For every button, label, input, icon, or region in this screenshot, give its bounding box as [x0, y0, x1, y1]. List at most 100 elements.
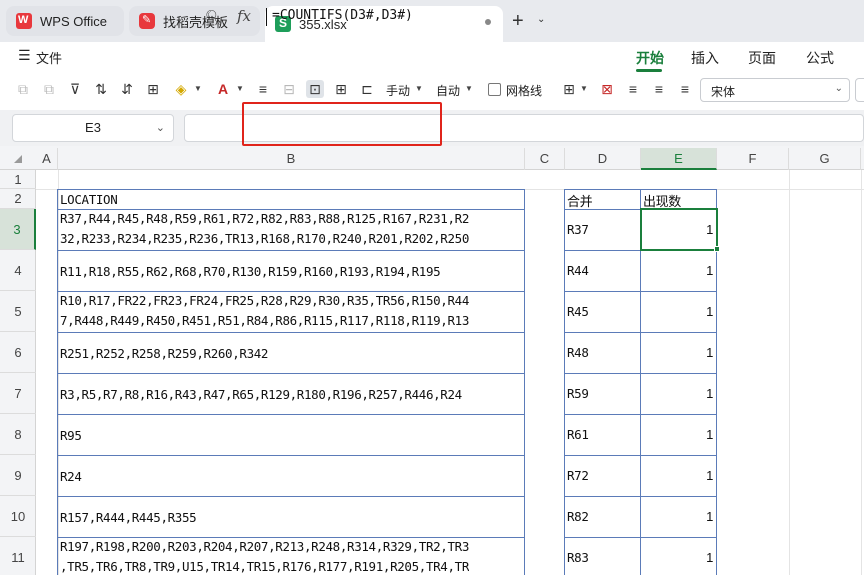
column-header-a[interactable]: A: [36, 148, 58, 170]
cell-b11-line2[interactable]: ,TR5,TR6,TR8,TR9,U15,TR14,TR15,R176,R177…: [60, 559, 469, 574]
table-border: [58, 455, 525, 456]
chevron-down-icon[interactable]: ▼: [465, 84, 473, 93]
cell-e4[interactable]: 1: [643, 263, 713, 278]
cell-e5[interactable]: 1: [643, 304, 713, 319]
table-border: [58, 291, 525, 292]
align-center-icon[interactable]: ≡: [650, 80, 668, 98]
row-header-7[interactable]: 7: [0, 373, 36, 414]
merge-cells-icon[interactable]: ⊟: [280, 80, 298, 98]
font-size-select[interactable]: [855, 78, 864, 102]
convert-text-number-icon[interactable]: ⧉: [14, 80, 32, 98]
cell-b3-line1[interactable]: R37,R44,R45,R48,R59,R61,R72,R82,R83,R88,…: [60, 211, 469, 226]
column-header-f[interactable]: F: [717, 148, 789, 170]
cell-e11[interactable]: 1: [643, 550, 713, 565]
calc-auto-button[interactable]: 自动: [436, 82, 460, 99]
column-header-c[interactable]: C: [525, 148, 565, 170]
tab-formulas[interactable]: 公式: [806, 48, 834, 68]
align-left-icon[interactable]: ≡: [624, 80, 642, 98]
cell-b9[interactable]: R24: [60, 469, 82, 484]
zoom-search-icon[interactable]: 🔍︎: [205, 9, 223, 26]
chevron-down-icon[interactable]: ▼: [194, 84, 202, 93]
name-box[interactable]: E3 ⌄: [12, 114, 174, 142]
row-header-4[interactable]: 4: [0, 250, 36, 291]
row-header-5[interactable]: 5: [0, 291, 36, 332]
cell-e10[interactable]: 1: [643, 509, 713, 524]
chevron-down-icon[interactable]: ▼: [236, 84, 244, 93]
cell-e6[interactable]: 1: [643, 345, 713, 360]
cell-b11-line1[interactable]: R197,R198,R200,R203,R204,R207,R213,R248,…: [60, 539, 469, 554]
unsaved-dot-icon[interactable]: [485, 19, 491, 25]
formula-input[interactable]: =COUNTIFS(D3#,D3#): [272, 8, 413, 23]
chevron-down-icon[interactable]: ⌄: [835, 83, 843, 94]
cell-d7[interactable]: R59: [567, 386, 589, 401]
row-header-10[interactable]: 10: [0, 496, 36, 537]
gridlines-checkbox[interactable]: [488, 83, 501, 96]
cell-d4[interactable]: R44: [567, 263, 589, 278]
row-header-3[interactable]: 3: [0, 209, 36, 250]
filter-icon[interactable]: ⊽: [66, 80, 84, 98]
cell-e9[interactable]: 1: [643, 468, 713, 483]
cell-d5[interactable]: R45: [567, 304, 589, 319]
cell-d2[interactable]: 合并: [567, 191, 592, 210]
cell-b5-line2[interactable]: 7,R448,R449,R450,R451,R51,R84,R86,R115,R…: [60, 313, 469, 328]
fill-color-icon[interactable]: ◈: [172, 80, 190, 98]
font-name-value: 宋体: [711, 85, 736, 99]
cell-b10[interactable]: R157,R444,R445,R355: [60, 510, 196, 525]
hamburger-menu-icon[interactable]: ☰: [18, 47, 31, 64]
cell-b5-line1[interactable]: R10,R17,FR22,FR23,FR24,FR25,R28,R29,R30,…: [60, 293, 469, 308]
cell-b2[interactable]: LOCATION: [60, 192, 117, 207]
row-header-1[interactable]: 1: [0, 170, 36, 189]
cell-d9[interactable]: R72: [567, 468, 589, 483]
active-cell-selection[interactable]: [640, 208, 718, 251]
cell-d10[interactable]: R82: [567, 509, 589, 524]
cell-e8[interactable]: 1: [643, 427, 713, 442]
chevron-down-icon[interactable]: ⌄: [537, 14, 545, 25]
cell-style-icon[interactable]: ⊞: [560, 80, 578, 98]
cell-b7[interactable]: R3,R5,R7,R8,R16,R43,R47,R65,R129,R180,R1…: [60, 387, 462, 402]
chevron-down-icon[interactable]: ▼: [580, 84, 588, 93]
sort-ascending-icon[interactable]: ⇅: [92, 80, 110, 98]
calc-manual-button[interactable]: 手动: [386, 82, 410, 99]
select-all-corner[interactable]: [14, 155, 22, 163]
align-right-icon[interactable]: ≡: [676, 80, 694, 98]
tab-home[interactable]: 开始: [636, 48, 664, 68]
borders-icon[interactable]: ⊞: [144, 80, 162, 98]
formula-highlight-annotation: [242, 102, 442, 146]
row-header-9[interactable]: 9: [0, 455, 36, 496]
row-header-11[interactable]: 11: [0, 537, 36, 575]
clear-format-icon[interactable]: ⊠: [598, 80, 616, 98]
freeze-panes-icon[interactable]: ⊏: [358, 80, 376, 98]
fill-down-icon[interactable]: ⊡: [306, 80, 324, 98]
chevron-down-icon[interactable]: ▼: [415, 84, 423, 93]
tab-insert[interactable]: 插入: [691, 48, 719, 68]
function-fx-icon[interactable]: fx: [237, 7, 251, 25]
row-header-2[interactable]: 2: [0, 189, 36, 209]
cell-b4[interactable]: R11,R18,R55,R62,R68,R70,R130,R159,R160,R…: [60, 264, 440, 279]
column-header-d[interactable]: D: [565, 148, 641, 170]
row-header-8[interactable]: 8: [0, 414, 36, 455]
cell-b8[interactable]: R95: [60, 428, 82, 443]
file-menu[interactable]: 文件: [36, 48, 62, 67]
cell-d11[interactable]: R83: [567, 550, 589, 565]
cell-d8[interactable]: R61: [567, 427, 589, 442]
tab-wps-office[interactable]: WPS Office: [6, 6, 124, 36]
chevron-down-icon[interactable]: ⌄: [156, 115, 165, 141]
column-header-b[interactable]: B: [58, 148, 525, 170]
new-tab-plus-icon[interactable]: +: [512, 10, 524, 33]
font-color-icon[interactable]: A: [214, 80, 232, 98]
cell-d6[interactable]: R48: [567, 345, 589, 360]
column-header-g[interactable]: G: [789, 148, 861, 170]
font-family-select[interactable]: 宋体 ⌄: [700, 78, 850, 102]
cell-d3[interactable]: R37: [567, 222, 589, 237]
cell-b3-line2[interactable]: 32,R233,R234,R235,R236,TR13,R168,R170,R2…: [60, 231, 469, 246]
fill-handle[interactable]: [714, 246, 720, 252]
number-format-icon[interactable]: ⧉: [40, 80, 58, 98]
cell-e7[interactable]: 1: [643, 386, 713, 401]
cell-b6[interactable]: R251,R252,R258,R259,R260,R342: [60, 346, 268, 361]
sort-descending-icon[interactable]: ⇵: [118, 80, 136, 98]
tab-page[interactable]: 页面: [748, 48, 776, 68]
wrap-text-icon[interactable]: ≡: [254, 80, 272, 98]
table-style-icon[interactable]: ⊞: [332, 80, 350, 98]
column-header-e[interactable]: E: [641, 148, 717, 170]
row-header-6[interactable]: 6: [0, 332, 36, 373]
